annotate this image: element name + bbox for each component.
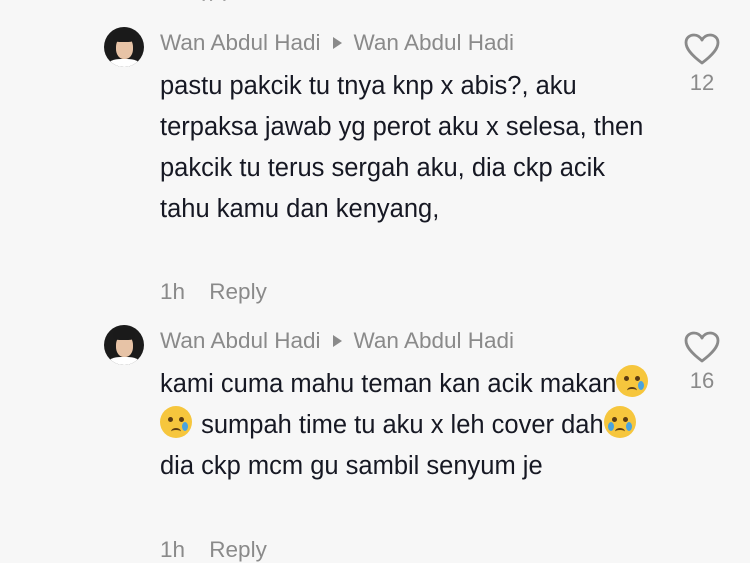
like-button[interactable]: 12 bbox=[682, 33, 722, 96]
loudly-crying-face-icon bbox=[603, 406, 636, 438]
triangle-right-icon bbox=[332, 37, 342, 49]
avatar[interactable] bbox=[104, 27, 144, 67]
reply-button[interactable]: Reply bbox=[209, 537, 267, 562]
avatar[interactable] bbox=[104, 325, 144, 365]
comment-text-part: dia ckp mcm gu sambil senyum je bbox=[160, 452, 543, 480]
comment-text: pastu pakcik tu tnya knp x abis?, aku te… bbox=[160, 72, 644, 223]
crying-face-icon bbox=[616, 365, 649, 397]
comment-time: 1h bbox=[160, 279, 186, 304]
comment-meta: Wan Abdul Hadi Wan Abdul Hadi bbox=[160, 328, 514, 354]
like-button[interactable]: 16 bbox=[682, 331, 722, 394]
crying-face-icon bbox=[160, 406, 192, 438]
comment-footer: 1h Reply bbox=[160, 537, 267, 563]
reply-to-name[interactable]: Wan Abdul Hadi bbox=[354, 328, 515, 354]
author-name[interactable]: Wan Abdul Hadi bbox=[160, 30, 321, 56]
reply-to-name[interactable]: Wan Abdul Hadi bbox=[354, 30, 515, 56]
comment-meta: Wan Abdul Hadi Wan Abdul Hadi bbox=[160, 30, 514, 56]
comment-footer: 1h Reply bbox=[160, 279, 267, 305]
author-name[interactable]: Wan Abdul Hadi bbox=[160, 328, 321, 354]
triangle-right-icon bbox=[332, 335, 342, 347]
previous-comment-reply-fragment: ·· · bbox=[200, 0, 228, 12]
comment-text: kami cuma mahu teman kan acik makan sump… bbox=[160, 364, 660, 487]
comment-time: 1h bbox=[160, 537, 186, 562]
reply-button[interactable]: Reply bbox=[209, 279, 267, 304]
like-count: 12 bbox=[689, 70, 715, 95]
comment-text-part: sumpah time tu aku x leh cover dah bbox=[194, 411, 604, 439]
like-count: 16 bbox=[689, 368, 715, 393]
comment-text-part: kami cuma mahu teman kan acik makan bbox=[160, 370, 617, 398]
heart-outline-icon bbox=[684, 33, 720, 65]
heart-outline-icon bbox=[684, 331, 720, 363]
